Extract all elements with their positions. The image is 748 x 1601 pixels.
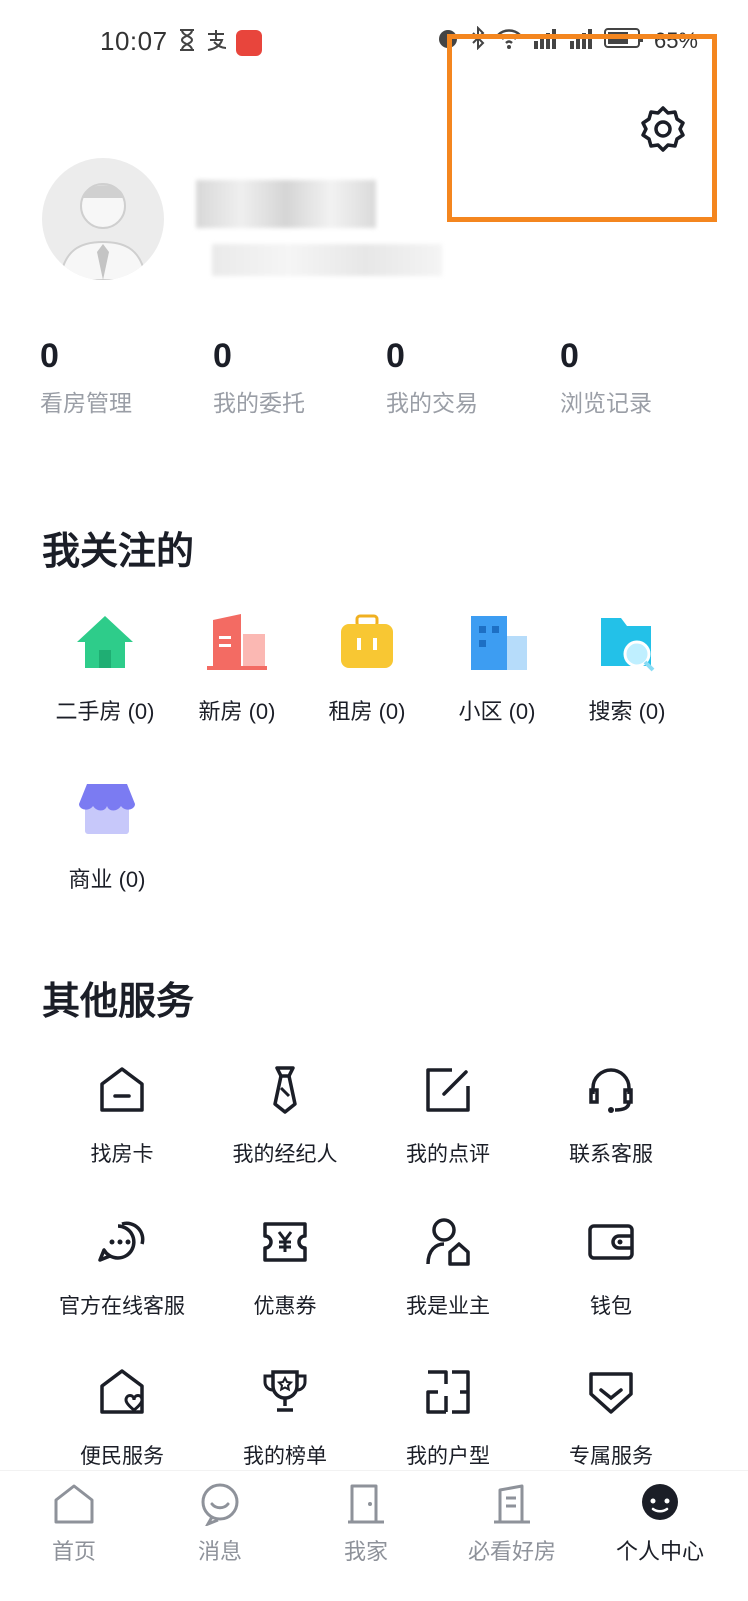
service-label: 便民服务	[80, 1445, 164, 1468]
nav-home[interactable]: 首页	[14, 1482, 134, 1566]
stat-label: 浏览记录	[560, 390, 652, 416]
service-label: 找房卡	[90, 1143, 154, 1166]
service-floorplan[interactable]: 我的户型	[368, 1366, 528, 1470]
follow-item-secondhand[interactable]: 二手房 (0)	[40, 612, 170, 726]
follow-label: 二手房 (0)	[55, 699, 155, 724]
building-icon	[207, 612, 267, 672]
service-label: 我的点评	[406, 1143, 490, 1166]
service-online-support[interactable]: 官方在线客服	[42, 1216, 202, 1320]
stat-trade[interactable]: 0 我的交易	[386, 336, 536, 418]
trophy-icon	[259, 1366, 311, 1418]
stat-label: 我的委托	[213, 390, 305, 416]
service-review[interactable]: 我的点评	[368, 1064, 528, 1168]
service-house-card[interactable]: 找房卡	[42, 1064, 202, 1168]
floorplan-icon	[422, 1366, 474, 1418]
follow-item-commercial[interactable]: 商业 (0)	[42, 780, 172, 894]
user-info-blurred	[212, 244, 442, 276]
heart-house-icon	[96, 1366, 148, 1418]
app-store-icon	[236, 29, 262, 56]
service-label: 我是业主	[406, 1295, 490, 1318]
house-icon	[75, 612, 135, 672]
username-blurred	[196, 180, 376, 228]
follow-item-rent[interactable]: 租房 (0)	[302, 612, 432, 726]
stat-history[interactable]: 0 浏览记录	[560, 336, 710, 418]
service-agent[interactable]: 我的经纪人	[205, 1064, 365, 1168]
settings-button[interactable]	[638, 104, 688, 154]
follow-label: 新房 (0)	[198, 699, 276, 724]
owner-icon	[422, 1216, 474, 1268]
nav-myhome[interactable]: 我家	[306, 1482, 426, 1566]
shop-icon	[77, 780, 137, 840]
coupon-icon	[259, 1216, 311, 1268]
nav-profile[interactable]: 个人中心	[600, 1482, 720, 1566]
follow-label: 搜索 (0)	[588, 699, 666, 724]
stat-value: 0	[386, 337, 405, 375]
door-icon	[344, 1482, 388, 1526]
status-left-icons	[178, 28, 262, 57]
stat-viewing[interactable]: 0 看房管理	[40, 336, 190, 418]
edit-icon	[422, 1064, 474, 1116]
service-label: 我的户型	[406, 1445, 490, 1468]
service-convenience[interactable]: 便民服务	[42, 1366, 202, 1470]
service-wallet[interactable]: 钱包	[531, 1216, 691, 1320]
hourglass-icon	[178, 28, 196, 57]
service-label: 优惠券	[253, 1295, 317, 1318]
service-coupon[interactable]: 优惠券	[205, 1216, 365, 1320]
building-outline-icon	[490, 1482, 534, 1526]
gear-icon	[638, 106, 688, 158]
service-label: 我的榜单	[243, 1445, 327, 1468]
follow-item-search[interactable]: 搜索 (0)	[562, 612, 692, 726]
nav-must-see[interactable]: 必看好房	[452, 1482, 572, 1566]
community-icon	[467, 612, 527, 672]
follow-item-community[interactable]: 小区 (0)	[432, 612, 562, 726]
service-contact[interactable]: 联系客服	[531, 1064, 691, 1168]
nav-label: 消息	[197, 1539, 242, 1564]
follow-label: 租房 (0)	[328, 699, 406, 724]
stat-value: 0	[213, 337, 232, 375]
services-title: 其他服务	[42, 981, 195, 1023]
house-card-icon	[96, 1064, 148, 1116]
tie-icon	[259, 1064, 311, 1116]
wallet-icon	[585, 1216, 637, 1268]
service-label: 专属服务	[569, 1445, 653, 1468]
service-owner[interactable]: 我是业主	[368, 1216, 528, 1320]
search-folder-icon	[597, 612, 657, 672]
chat-icon	[96, 1216, 148, 1268]
nav-label: 个人中心	[615, 1539, 704, 1564]
service-label: 我的经纪人	[232, 1143, 338, 1166]
message-icon	[198, 1482, 242, 1527]
status-time: 10:07	[100, 26, 168, 56]
service-label: 钱包	[590, 1295, 632, 1318]
service-exclusive[interactable]: 专属服务	[531, 1366, 691, 1470]
stat-label: 看房管理	[40, 390, 132, 416]
headset-icon	[585, 1064, 637, 1116]
alipay-icon	[204, 28, 228, 57]
avatar[interactable]	[42, 158, 164, 280]
home-icon	[52, 1482, 96, 1526]
follow-label: 小区 (0)	[458, 699, 536, 724]
service-label: 官方在线客服	[59, 1295, 185, 1318]
service-label: 联系客服	[569, 1143, 653, 1166]
nav-label: 必看好房	[467, 1539, 556, 1564]
stat-label: 我的交易	[386, 390, 478, 416]
service-ranking[interactable]: 我的榜单	[205, 1366, 365, 1470]
nav-label: 我家	[343, 1539, 388, 1564]
stat-value: 0	[40, 337, 59, 375]
diamond-icon	[585, 1366, 637, 1418]
nav-label: 首页	[51, 1539, 96, 1564]
suitcase-icon	[337, 612, 397, 672]
following-title: 我关注的	[42, 531, 195, 573]
follow-label: 商业 (0)	[68, 867, 146, 892]
nav-messages[interactable]: 消息	[160, 1482, 280, 1566]
follow-item-newhouse[interactable]: 新房 (0)	[172, 612, 302, 726]
stat-entrust[interactable]: 0 我的委托	[213, 336, 363, 418]
profile-icon	[638, 1482, 682, 1526]
stat-value: 0	[560, 337, 579, 375]
